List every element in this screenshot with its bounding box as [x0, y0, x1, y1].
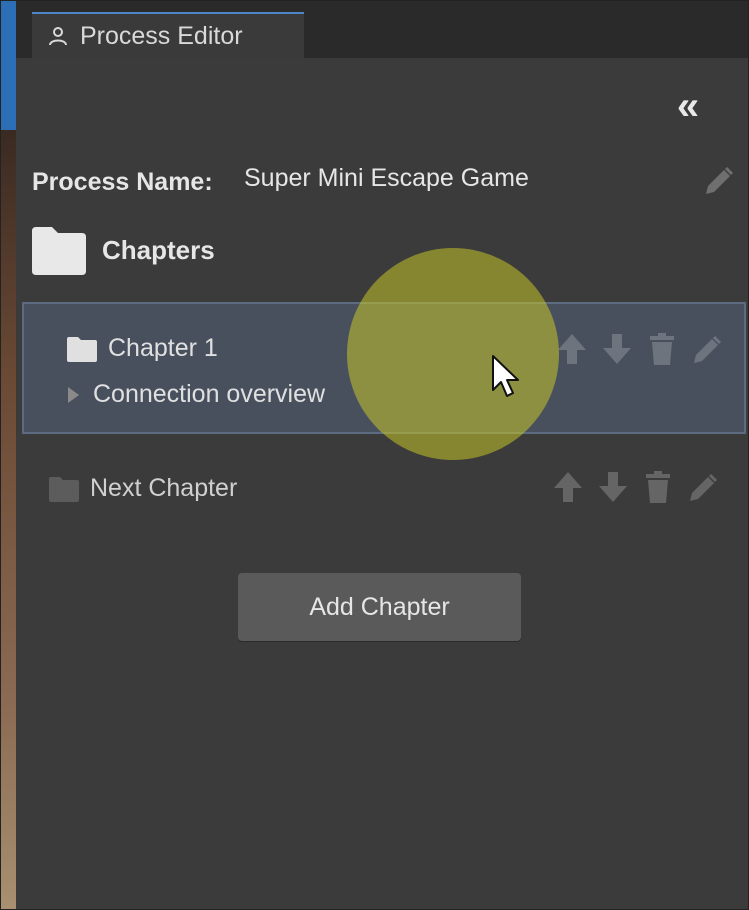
process-name-row: Process Name: Super Mini Escape Game: [32, 160, 734, 204]
double-chevron-left-icon: «: [676, 84, 700, 128]
folder-icon: [67, 336, 97, 362]
pencil-icon[interactable]: [700, 164, 736, 200]
trash-icon[interactable]: [640, 468, 676, 506]
triangle-right-icon: [68, 386, 79, 403]
add-chapter-button[interactable]: Add Chapter: [238, 573, 521, 641]
scene-view-edge: [0, 0, 16, 910]
arrow-up-icon[interactable]: [550, 468, 586, 506]
arrow-up-icon[interactable]: [554, 330, 590, 368]
chapters-title: Chapters: [102, 234, 215, 265]
tab-process-editor[interactable]: Process Editor: [32, 12, 304, 58]
arrow-down-icon[interactable]: [595, 468, 631, 506]
connection-overview-foldout[interactable]: Connection overview: [68, 380, 325, 409]
chapter-actions: [554, 330, 734, 368]
folder-icon: [49, 476, 79, 502]
collapse-button[interactable]: «: [666, 86, 710, 126]
chapter-item[interactable]: Next Chapter: [22, 460, 746, 522]
folder-icon: [32, 227, 86, 275]
chapter-name: Next Chapter: [90, 474, 238, 502]
arrow-down-icon[interactable]: [599, 330, 635, 368]
chapter-name-row: Next Chapter: [48, 474, 237, 503]
pencil-icon[interactable]: [685, 468, 721, 506]
connection-overview-label: Connection overview: [93, 380, 326, 408]
chapter-actions: [550, 468, 730, 506]
chapter-name: Chapter 1: [108, 334, 218, 362]
editor-window: Process Editor « Process Name: Super Min…: [0, 0, 749, 910]
pencil-icon[interactable]: [689, 330, 725, 368]
person-icon: [49, 27, 67, 46]
tab-title: Process Editor: [80, 21, 243, 50]
chapter-name-row: Chapter 1: [66, 334, 218, 363]
trash-icon[interactable]: [644, 330, 680, 368]
add-chapter-label: Add Chapter: [309, 592, 450, 621]
process-name-value: Super Mini Escape Game: [244, 164, 529, 192]
process-name-label: Process Name:: [32, 168, 213, 196]
chapter-item[interactable]: Chapter 1 Connection overview: [22, 302, 746, 434]
chapters-header: Chapters: [30, 222, 215, 278]
tab-bar: Process Editor: [16, 0, 749, 58]
